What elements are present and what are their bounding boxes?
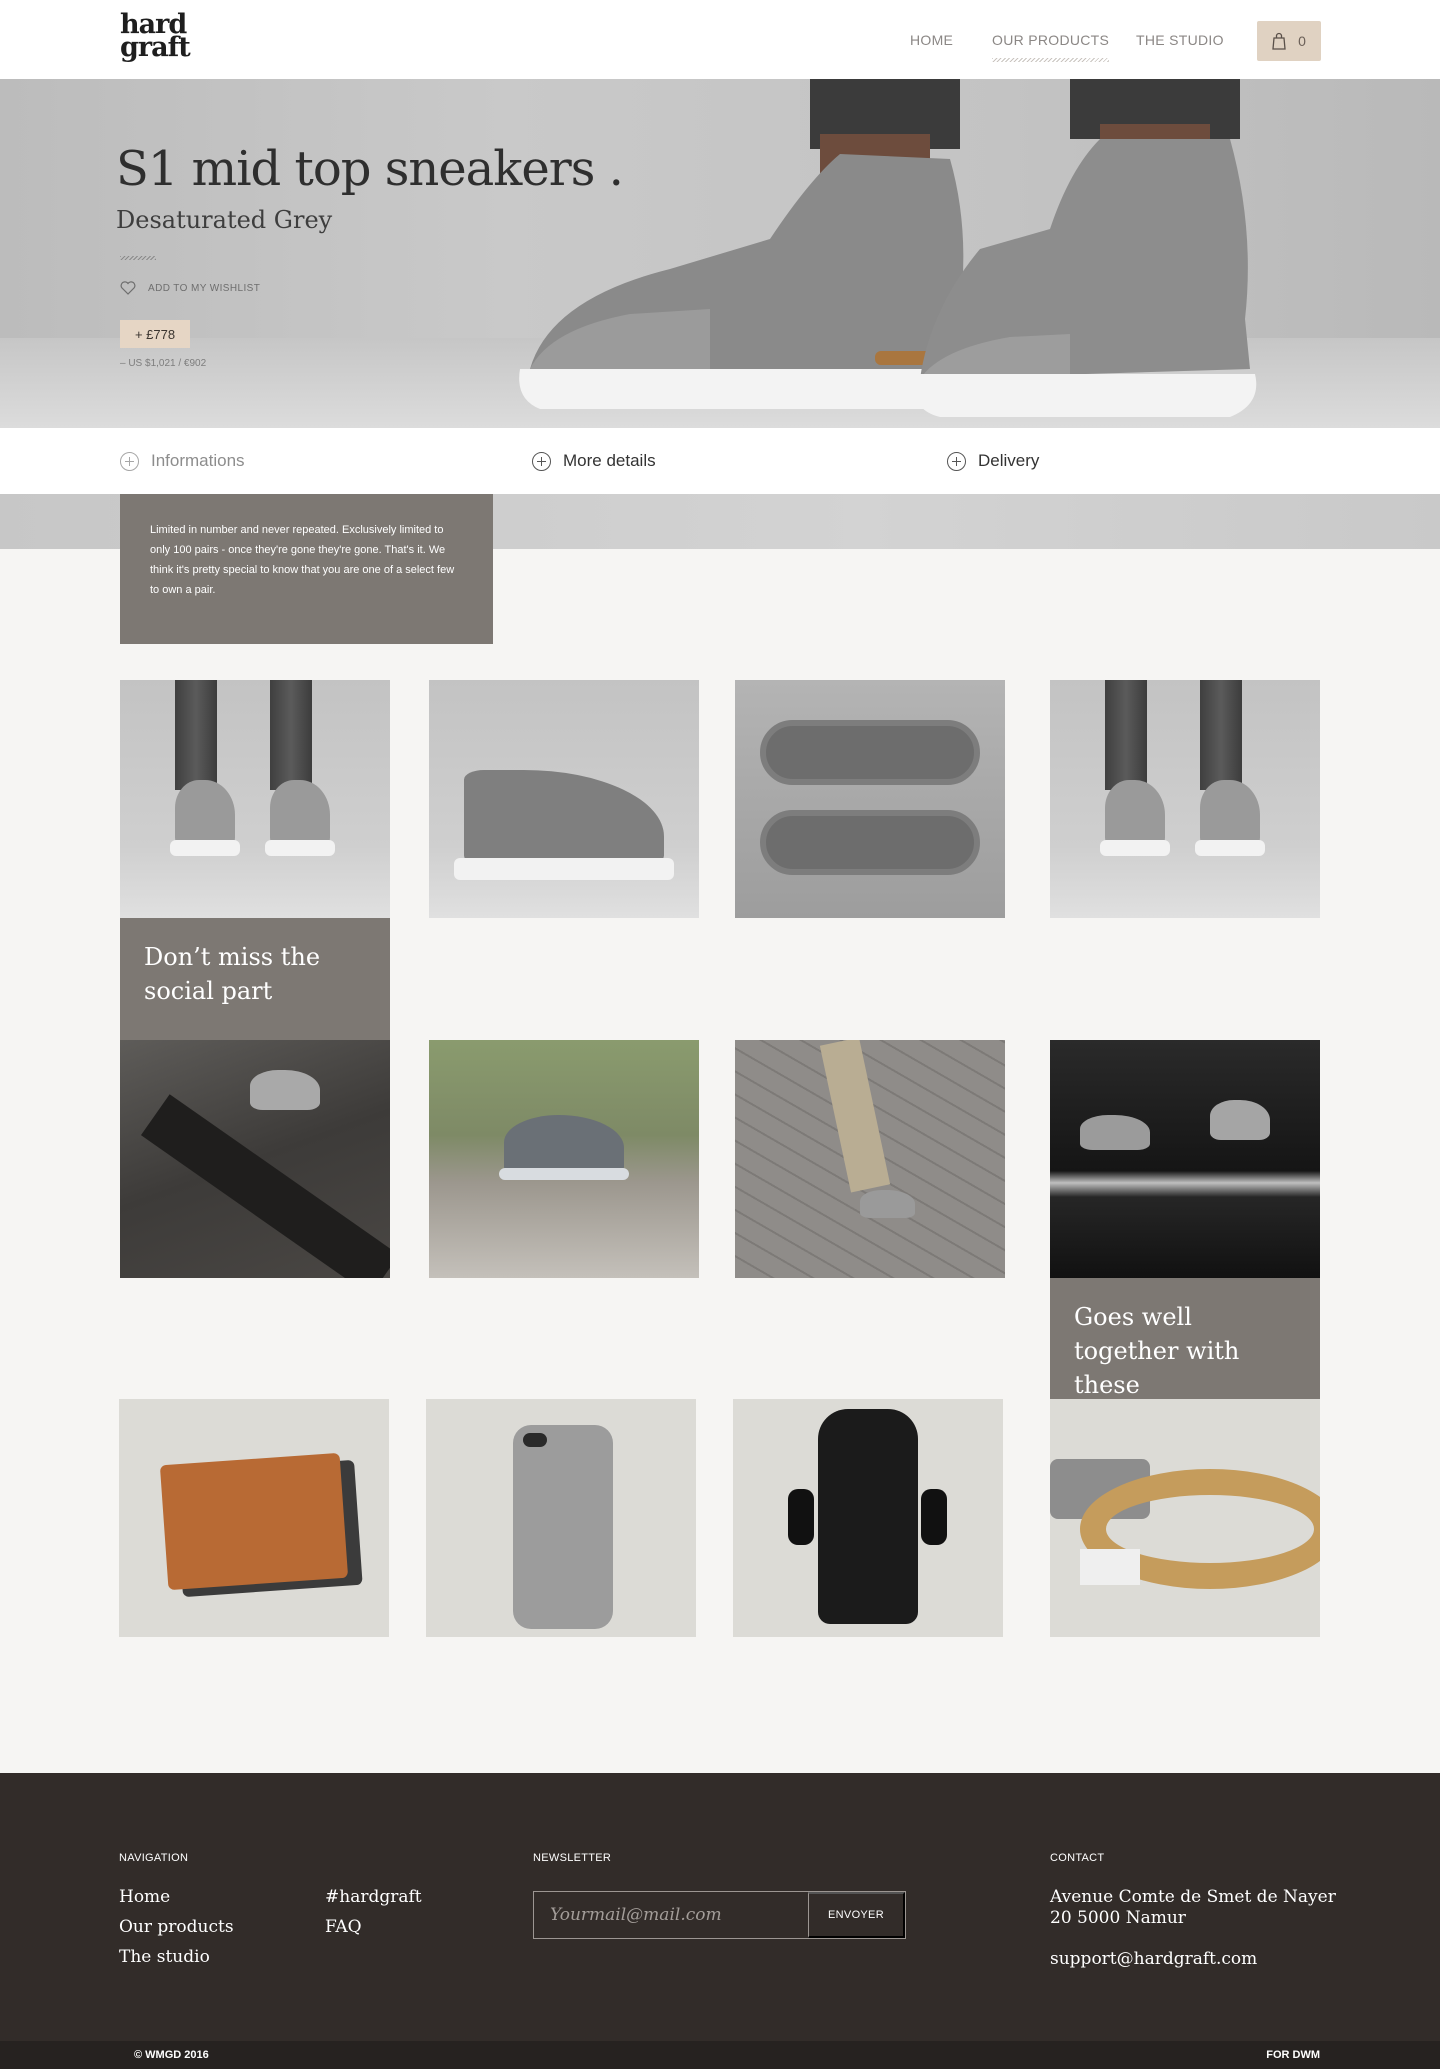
site-header: hard graft HOME OUR PRODUCTS THE STUDIO … <box>0 0 1440 79</box>
credit-link[interactable]: FOR DWM <box>1266 2049 1320 2061</box>
contact-address-line1: Avenue Comte de Smet de Nayer <box>1050 1887 1336 1907</box>
plus-circle-icon <box>947 451 966 471</box>
decorative-divider <box>120 256 156 260</box>
plus-circle-icon <box>532 451 551 471</box>
hero-banner: S1 mid top sneakers . Desaturated Grey A… <box>0 79 1440 428</box>
product-title: S1 mid top sneakers . <box>116 141 624 197</box>
product-subtitle: Desaturated Grey <box>116 206 333 234</box>
price-button[interactable]: + £778 <box>120 320 190 348</box>
gallery-image-3[interactable] <box>735 680 1005 918</box>
gallery-image-7[interactable] <box>735 1040 1005 1278</box>
gallery-image-4[interactable] <box>1050 680 1320 918</box>
tab-more-details[interactable]: More details <box>532 428 656 494</box>
social-caption: Don’t miss the social part <box>120 918 390 1040</box>
tab-informations[interactable]: Informations <box>120 428 245 494</box>
related-product-headphone-case[interactable] <box>733 1399 1003 1637</box>
info-panel: Limited in number and never repeated. Ex… <box>120 494 493 644</box>
footer-link-home[interactable]: Home <box>119 1887 170 1907</box>
gallery-image-8[interactable] <box>1050 1040 1320 1278</box>
gallery-image-6[interactable] <box>429 1040 699 1278</box>
wishlist-label: ADD TO MY WISHLIST <box>148 282 261 294</box>
newsletter-email-input[interactable] <box>534 1892 808 1938</box>
contact-address-line2: 20 5000 Namur <box>1050 1908 1186 1928</box>
nav-home[interactable]: HOME <box>910 32 953 48</box>
tab-label: Delivery <box>978 451 1040 470</box>
related-caption: Goes well together with these <box>1050 1278 1320 1400</box>
nav-our-products[interactable]: OUR PRODUCTS <box>992 32 1110 62</box>
footer-bottom-bar: © WMGD 2016 FOR DWM <box>0 2041 1440 2069</box>
footer-link-the-studio[interactable]: The studio <box>119 1947 210 1967</box>
shopping-bag-icon <box>1272 32 1286 50</box>
newsletter-form: ENVOYER <box>533 1891 906 1939</box>
hero-sneakers-image <box>519 79 1257 417</box>
gallery-image-5[interactable] <box>120 1040 390 1278</box>
add-to-wishlist-button[interactable]: ADD TO MY WISHLIST <box>120 281 260 295</box>
contact-email-link[interactable]: support@hardgraft.com <box>1050 1949 1257 1969</box>
footer-newsletter-heading: NEWSLETTER <box>533 1852 612 1864</box>
tab-label: More details <box>563 451 656 470</box>
logo[interactable]: hard graft <box>120 11 200 61</box>
copyright: © WMGD 2016 <box>134 2049 209 2061</box>
plus-circle-icon <box>120 451 139 471</box>
footer-link-hardgraft[interactable]: #hardgraft <box>325 1887 422 1907</box>
related-product-wallet[interactable] <box>119 1399 389 1637</box>
site-footer: NAVIGATION Home Our products The studio … <box>0 1773 1440 2069</box>
footer-navigation-heading: NAVIGATION <box>119 1852 189 1864</box>
related-product-phone-case[interactable] <box>426 1399 696 1637</box>
gallery-image-2[interactable] <box>429 680 699 918</box>
footer-link-our-products[interactable]: Our products <box>119 1917 234 1937</box>
tab-label: Informations <box>151 451 245 470</box>
heart-icon <box>120 281 136 295</box>
cart-button[interactable]: 0 <box>1257 21 1321 61</box>
footer-contact-heading: CONTACT <box>1050 1852 1105 1864</box>
price-alternatives: – US $1,021 / €902 <box>120 358 207 369</box>
tab-delivery[interactable]: Delivery <box>947 428 1039 494</box>
info-tabs: Informations More details Delivery <box>0 428 1440 494</box>
footer-link-faq[interactable]: FAQ <box>325 1917 362 1937</box>
newsletter-submit-button[interactable]: ENVOYER <box>808 1892 905 1938</box>
cart-count: 0 <box>1298 33 1306 49</box>
nav-the-studio[interactable]: THE STUDIO <box>1136 32 1224 48</box>
gallery-image-1[interactable] <box>120 680 390 918</box>
related-product-camera-strap[interactable] <box>1050 1399 1320 1637</box>
